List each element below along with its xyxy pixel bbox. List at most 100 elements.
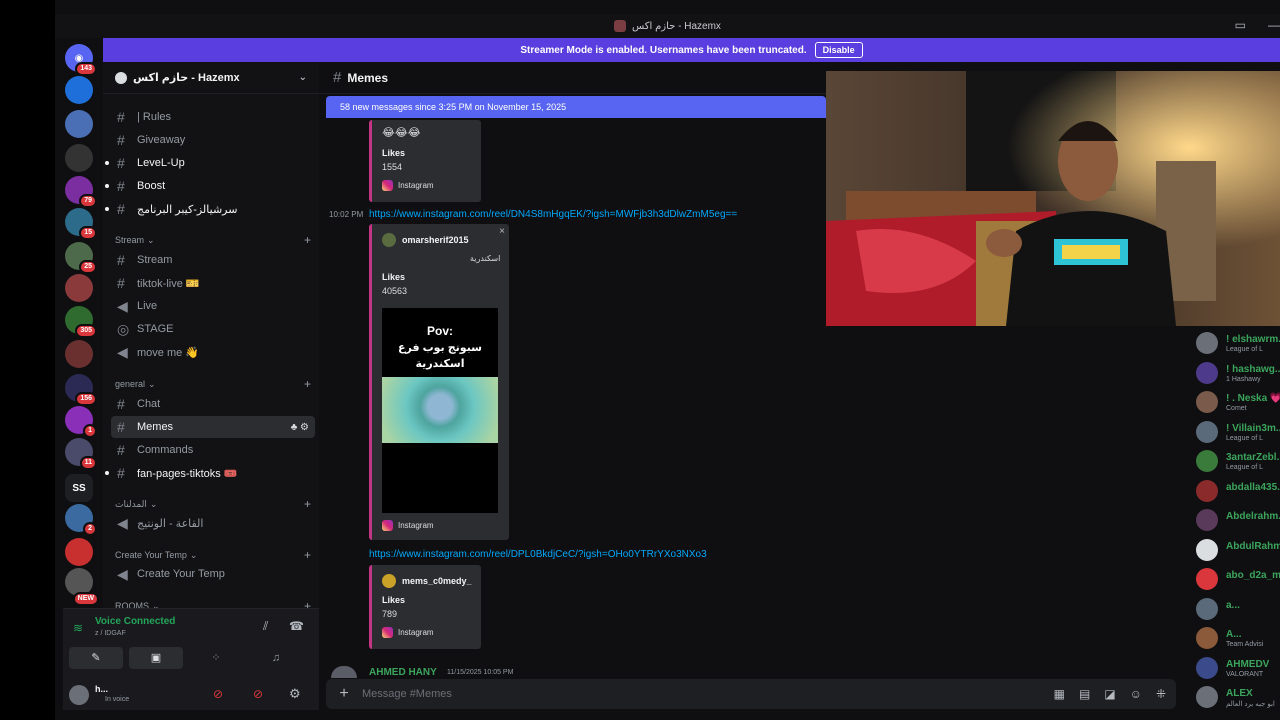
disable-streamer-mode-button[interactable]: Disable (814, 42, 863, 58)
member-item[interactable]: 3antarZebl... League of L (1196, 446, 1280, 474)
add-channel-icon[interactable]: + (304, 497, 311, 511)
member-item[interactable]: ! Villain3m... League of L (1196, 417, 1280, 445)
channel-item[interactable]: # LeveL-Up (105, 152, 315, 174)
server-icon[interactable] (65, 110, 93, 138)
channel-item[interactable]: # سرشيالز-كيبر البرنامج (105, 198, 315, 220)
category-header[interactable]: general ⌄ + (115, 376, 311, 392)
disconnect-icon[interactable]: ☎ (289, 619, 304, 633)
server-icon[interactable]: 1 (65, 406, 97, 438)
server-icon[interactable]: 79 (65, 176, 97, 208)
member-item[interactable]: abdalla435... (1196, 476, 1280, 504)
inbox-icon[interactable]: ▭ (1235, 18, 1246, 32)
add-channel-icon[interactable]: + (304, 377, 311, 391)
category-header[interactable]: Stream ⌄ + (115, 232, 311, 248)
footer-source: Instagram (398, 181, 434, 190)
voice-location[interactable]: z / IDGAF (95, 630, 126, 637)
avatar (382, 574, 396, 588)
add-channel-icon[interactable]: + (304, 548, 311, 562)
minimize-icon[interactable]: — (1268, 18, 1280, 32)
channel-item[interactable]: # Chat (111, 393, 315, 415)
screen-share-button[interactable]: ▣ (129, 647, 183, 669)
member-item[interactable]: ! hashawg... 1 Hashawy (1196, 358, 1280, 386)
sticker-icon[interactable]: ◪ (1104, 687, 1115, 701)
category-header[interactable]: Create Your Temp ⌄ + (115, 547, 311, 563)
footer-source: Instagram (398, 521, 434, 530)
hash-icon: # (117, 252, 125, 268)
noise-suppression-icon[interactable]: ⫽ (263, 619, 268, 634)
member-item[interactable]: ! . Neska 💗 Comet (1196, 387, 1280, 415)
discord-home-icon[interactable]: ◉ 143 (65, 44, 97, 76)
server-icon[interactable]: 11 (65, 438, 97, 470)
server-icon[interactable]: 305 (65, 306, 97, 338)
camera-button[interactable]: ✎ (69, 647, 123, 669)
channel-item[interactable]: # Stream (111, 249, 315, 271)
member-item[interactable]: AHMEDV VALORANT (1196, 653, 1280, 681)
category-header[interactable]: المدلنات ⌄ + (115, 496, 311, 512)
channel-settings-icon[interactable]: ♣ ⚙ (291, 422, 309, 433)
server-icon[interactable] (65, 76, 93, 104)
category-name: المدلنات (115, 498, 147, 509)
message-author[interactable]: AHMED HANY (369, 667, 437, 678)
screen-edge (0, 0, 55, 720)
member-name: abdalla435... (1226, 481, 1280, 493)
embed-author[interactable]: omarsherif2015 (382, 233, 469, 247)
member-item[interactable]: ALEX ابو جبه برد العالم (1196, 682, 1280, 710)
voice-status[interactable]: Voice Connected (95, 616, 175, 627)
avatar[interactable] (69, 685, 89, 705)
channel-item[interactable]: ◀ القاعة - الونتيج (111, 512, 315, 534)
activities-button[interactable]: ⁘ (189, 647, 243, 669)
server-icon[interactable]: SS (65, 474, 93, 502)
avatar[interactable] (331, 666, 357, 678)
channel-item[interactable]: # fan-pages-tiktoks 🎟️ (105, 462, 315, 484)
server-icon[interactable]: NEW (65, 568, 99, 606)
member-item[interactable]: A... Team Advisi (1196, 623, 1280, 651)
speaker-icon: ◀ (117, 565, 128, 582)
message-link[interactable]: https://www.instagram.com/reel/DPL0BkdjC… (369, 549, 707, 560)
message-input[interactable]: Message #Memes (362, 688, 452, 700)
emoji-icon[interactable]: ☺ (1130, 687, 1142, 701)
server-icon[interactable]: 156 (65, 374, 97, 406)
new-messages-bar[interactable]: 58 new messages since 3:25 PM on Novembe… (326, 96, 826, 118)
member-activity: VALORANT (1226, 670, 1264, 678)
channel-item[interactable]: ◀ Create Your Temp (111, 563, 315, 585)
mute-icon[interactable]: ⊘ (213, 687, 223, 701)
channel-item[interactable]: # Memes ♣ ⚙ (111, 416, 315, 438)
server-icon[interactable] (65, 538, 93, 566)
server-icon[interactable] (65, 340, 93, 368)
member-item[interactable]: a... (1196, 594, 1280, 622)
server-icon[interactable]: 15 (65, 208, 97, 240)
channel-name: سرشيالز-كيبر البرنامج (137, 203, 238, 216)
channel-item[interactable]: # tiktok-live 🎫 (111, 272, 315, 294)
server-icon[interactable]: 25 (65, 242, 97, 274)
guild-header[interactable]: حازم اكس - Hazemx ⌄ (103, 62, 319, 94)
channel-item[interactable]: # Commands (111, 439, 315, 461)
embed-author[interactable]: mems_c0medy_ (382, 574, 472, 588)
gif-icon[interactable]: ▤ (1079, 687, 1090, 701)
emoji-text: 😂😂😂 (382, 127, 421, 139)
deafen-icon[interactable]: ⊘ (253, 687, 263, 701)
add-channel-icon[interactable]: + (304, 233, 311, 247)
video-thumbnail[interactable]: Pov: سبونج بوب فرع اسكندرية (382, 308, 498, 513)
server-icon[interactable] (65, 144, 93, 172)
channel-item[interactable]: # Boost (105, 175, 315, 197)
member-item[interactable]: abo_d2a_m... (1196, 564, 1280, 592)
close-icon[interactable]: × (499, 226, 505, 237)
apps-icon[interactable]: ⁜ (1156, 687, 1166, 701)
attach-plus-icon[interactable]: + (326, 685, 362, 703)
channel-item[interactable]: ◀ move me 👋 (111, 341, 315, 363)
member-item[interactable]: AbdulRahm... (1196, 535, 1280, 563)
gear-icon[interactable]: ⚙ (289, 686, 301, 702)
channel-name: STAGE (137, 323, 174, 335)
speaker-icon: ◀ (117, 343, 128, 360)
member-item[interactable]: ! elshawrm...League of L (1196, 328, 1280, 356)
channel-item[interactable]: # | Rules (111, 106, 315, 128)
server-icon[interactable] (65, 274, 93, 302)
channel-item[interactable]: ◎ STAGE (111, 318, 315, 340)
server-icon[interactable]: 2 (65, 504, 97, 536)
channel-item[interactable]: ◀ Live (111, 295, 315, 317)
channel-item[interactable]: # Giveaway (111, 129, 315, 151)
gift-icon[interactable]: ▦ (1054, 687, 1065, 701)
soundboard-button[interactable]: ♫ (249, 647, 303, 669)
message-link[interactable]: https://www.instagram.com/reel/DN4S8mHgq… (369, 209, 737, 220)
member-item[interactable]: Abdelrahm... (1196, 505, 1280, 533)
